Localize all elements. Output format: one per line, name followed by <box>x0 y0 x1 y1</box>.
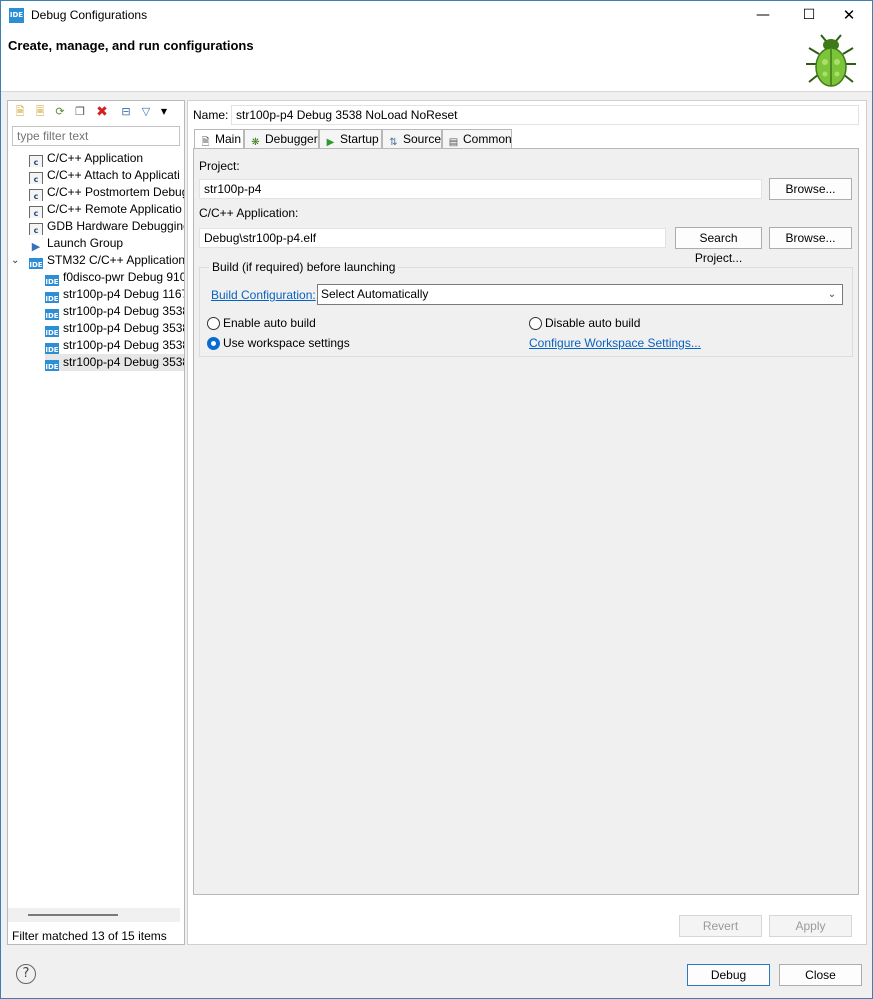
dialog-header: Create, manage, and run configurations <box>1 30 872 92</box>
browse-project-button[interactable]: Browse... <box>769 178 852 200</box>
disable-auto-build-radio[interactable] <box>529 317 542 330</box>
tree-item-config[interactable]: IDE str100p-p4 Debug 3538 <box>45 337 184 354</box>
ide-icon: IDE <box>45 326 59 337</box>
tab-startup[interactable]: ▶ Startup <box>319 129 382 149</box>
filter-status: Filter matched 13 of 15 items <box>12 929 167 943</box>
name-input[interactable]: str100p-p4 Debug 3538 NoLoad NoReset <box>231 105 859 125</box>
main-tab-content: Project: str100p-p4 Browse... C/C++ Appl… <box>193 148 859 895</box>
delete-icon[interactable]: ✖ <box>94 104 110 120</box>
tree-item-c-attach[interactable]: c C/C++ Attach to Applicati <box>29 167 180 184</box>
tree-item-config-selected[interactable]: IDE str100p-p4 Debug 3538 <box>45 354 184 371</box>
debug-configurations-window: IDE Debug Configurations — ☐ ✕ Create, m… <box>0 0 873 999</box>
tree-item-config[interactable]: IDE f0disco-pwr Debug 910 <box>45 269 184 286</box>
ide-icon: IDE <box>45 275 59 286</box>
header-title: Create, manage, and run configurations <box>8 38 254 53</box>
tree-item-gdb-hardware[interactable]: c GDB Hardware Debugging <box>29 218 184 235</box>
use-workspace-settings-label: Use workspace settings <box>223 336 350 350</box>
c-icon: c <box>29 206 43 218</box>
enable-auto-build-label: Enable auto build <box>223 316 316 330</box>
project-label: Project: <box>199 159 240 173</box>
dialog-button-bar: ? Debug Close <box>1 951 872 999</box>
filter-icon[interactable]: ▽ <box>138 104 154 120</box>
build-configuration-select[interactable]: Select Automatically ⌄ <box>317 284 843 305</box>
new-configuration-icon[interactable]: 🗎 <box>12 104 28 120</box>
tab-main[interactable]: 🗎 Main <box>194 129 244 150</box>
ide-icon: IDE <box>45 343 59 354</box>
bug-icon <box>806 34 856 87</box>
search-project-button[interactable]: Search Project... <box>675 227 762 265</box>
close-button[interactable]: Close <box>779 964 862 986</box>
browse-application-button[interactable]: Browse... <box>769 227 852 249</box>
c-icon: c <box>29 223 43 235</box>
tree-item-c-postmortem[interactable]: c C/C++ Postmortem Debug <box>29 184 184 201</box>
disable-auto-build-label: Disable auto build <box>545 316 641 330</box>
help-icon[interactable]: ? <box>16 964 36 984</box>
tree-toolbar: 🗎 🗏 ⟳ ❐ ✖ ⊟ ▽ ▼ <box>8 101 184 123</box>
close-window-button[interactable]: ✕ <box>826 1 872 30</box>
build-group: Build (if required) before launching Bui… <box>199 260 853 357</box>
application-label: C/C++ Application: <box>199 206 299 220</box>
project-field[interactable]: str100p-p4 <box>199 179 762 199</box>
tree-item-launch-group[interactable]: ▶ Launch Group <box>29 235 123 252</box>
use-workspace-settings-radio[interactable] <box>207 337 220 350</box>
ide-icon: IDE <box>45 309 59 320</box>
dropdown-icon[interactable]: ▼ <box>156 104 172 120</box>
tab-common[interactable]: ▤ Common <box>442 129 512 149</box>
window-title: Debug Configurations <box>31 8 148 22</box>
ide-icon: IDE <box>29 258 43 269</box>
tree-item-config[interactable]: IDE str100p-p4 Debug 3538 <box>45 303 184 320</box>
configure-workspace-settings-link[interactable]: Configure Workspace Settings... <box>529 336 701 350</box>
configuration-tree: c C/C++ Application c C/C++ Attach to Appl… <box>8 150 184 905</box>
filter-input[interactable] <box>12 126 180 146</box>
horizontal-scrollbar[interactable] <box>8 908 180 922</box>
minimize-button[interactable]: — <box>740 1 786 30</box>
scrollbar-thumb[interactable] <box>28 914 118 916</box>
chevron-down-icon: ⌄ <box>827 289 837 300</box>
collapse-all-icon[interactable]: ⊟ <box>118 104 134 120</box>
title-bar: IDE Debug Configurations — ☐ ✕ <box>1 1 872 30</box>
c-icon: c <box>29 155 43 167</box>
launch-group-icon: ▶ <box>31 240 41 252</box>
tree-item-config[interactable]: IDE str100p-p4 Debug 1167 <box>45 286 184 303</box>
tree-item-c-application[interactable]: c C/C++ Application <box>29 150 143 167</box>
tab-source[interactable]: ⇅ Source <box>382 129 442 149</box>
apply-button[interactable]: Apply <box>769 915 852 937</box>
c-icon: c <box>29 189 43 201</box>
duplicate-icon[interactable]: ❐ <box>72 104 88 120</box>
new-prototype-icon[interactable]: 🗏 <box>32 104 48 120</box>
build-configuration-link[interactable]: Build Configuration: <box>211 288 316 302</box>
enable-auto-build-radio[interactable] <box>207 317 220 330</box>
build-group-title: Build (if required) before launching <box>209 260 399 274</box>
tab-debugger[interactable]: ❋ Debugger <box>244 129 319 149</box>
c-icon: c <box>29 172 43 184</box>
name-label: Name: <box>193 108 229 122</box>
configuration-editor: Name: str100p-p4 Debug 3538 NoLoad NoRes… <box>187 100 867 945</box>
tree-item-c-remote[interactable]: c C/C++ Remote Applicatio <box>29 201 182 218</box>
ide-icon: IDE <box>45 360 59 371</box>
tree-item-stm32-application[interactable]: ⌄ IDE STM32 C/C++ Application <box>8 252 184 269</box>
configuration-tree-panel: 🗎 🗏 ⟳ ❐ ✖ ⊟ ▽ ▼ cC/C++ Application cC/C+… <box>7 100 185 945</box>
export-icon[interactable]: ⟳ <box>52 104 68 120</box>
ide-app-icon: IDE <box>9 8 24 23</box>
revert-button[interactable]: Revert <box>679 915 762 937</box>
chevron-down-icon[interactable]: ⌄ <box>11 252 19 269</box>
ide-icon: IDE <box>45 292 59 303</box>
tree-item-config[interactable]: IDE str100p-p4 Debug 3538 <box>45 320 184 337</box>
application-field[interactable]: Debug\str100p-p4.elf <box>199 228 666 248</box>
debug-button[interactable]: Debug <box>687 964 770 986</box>
